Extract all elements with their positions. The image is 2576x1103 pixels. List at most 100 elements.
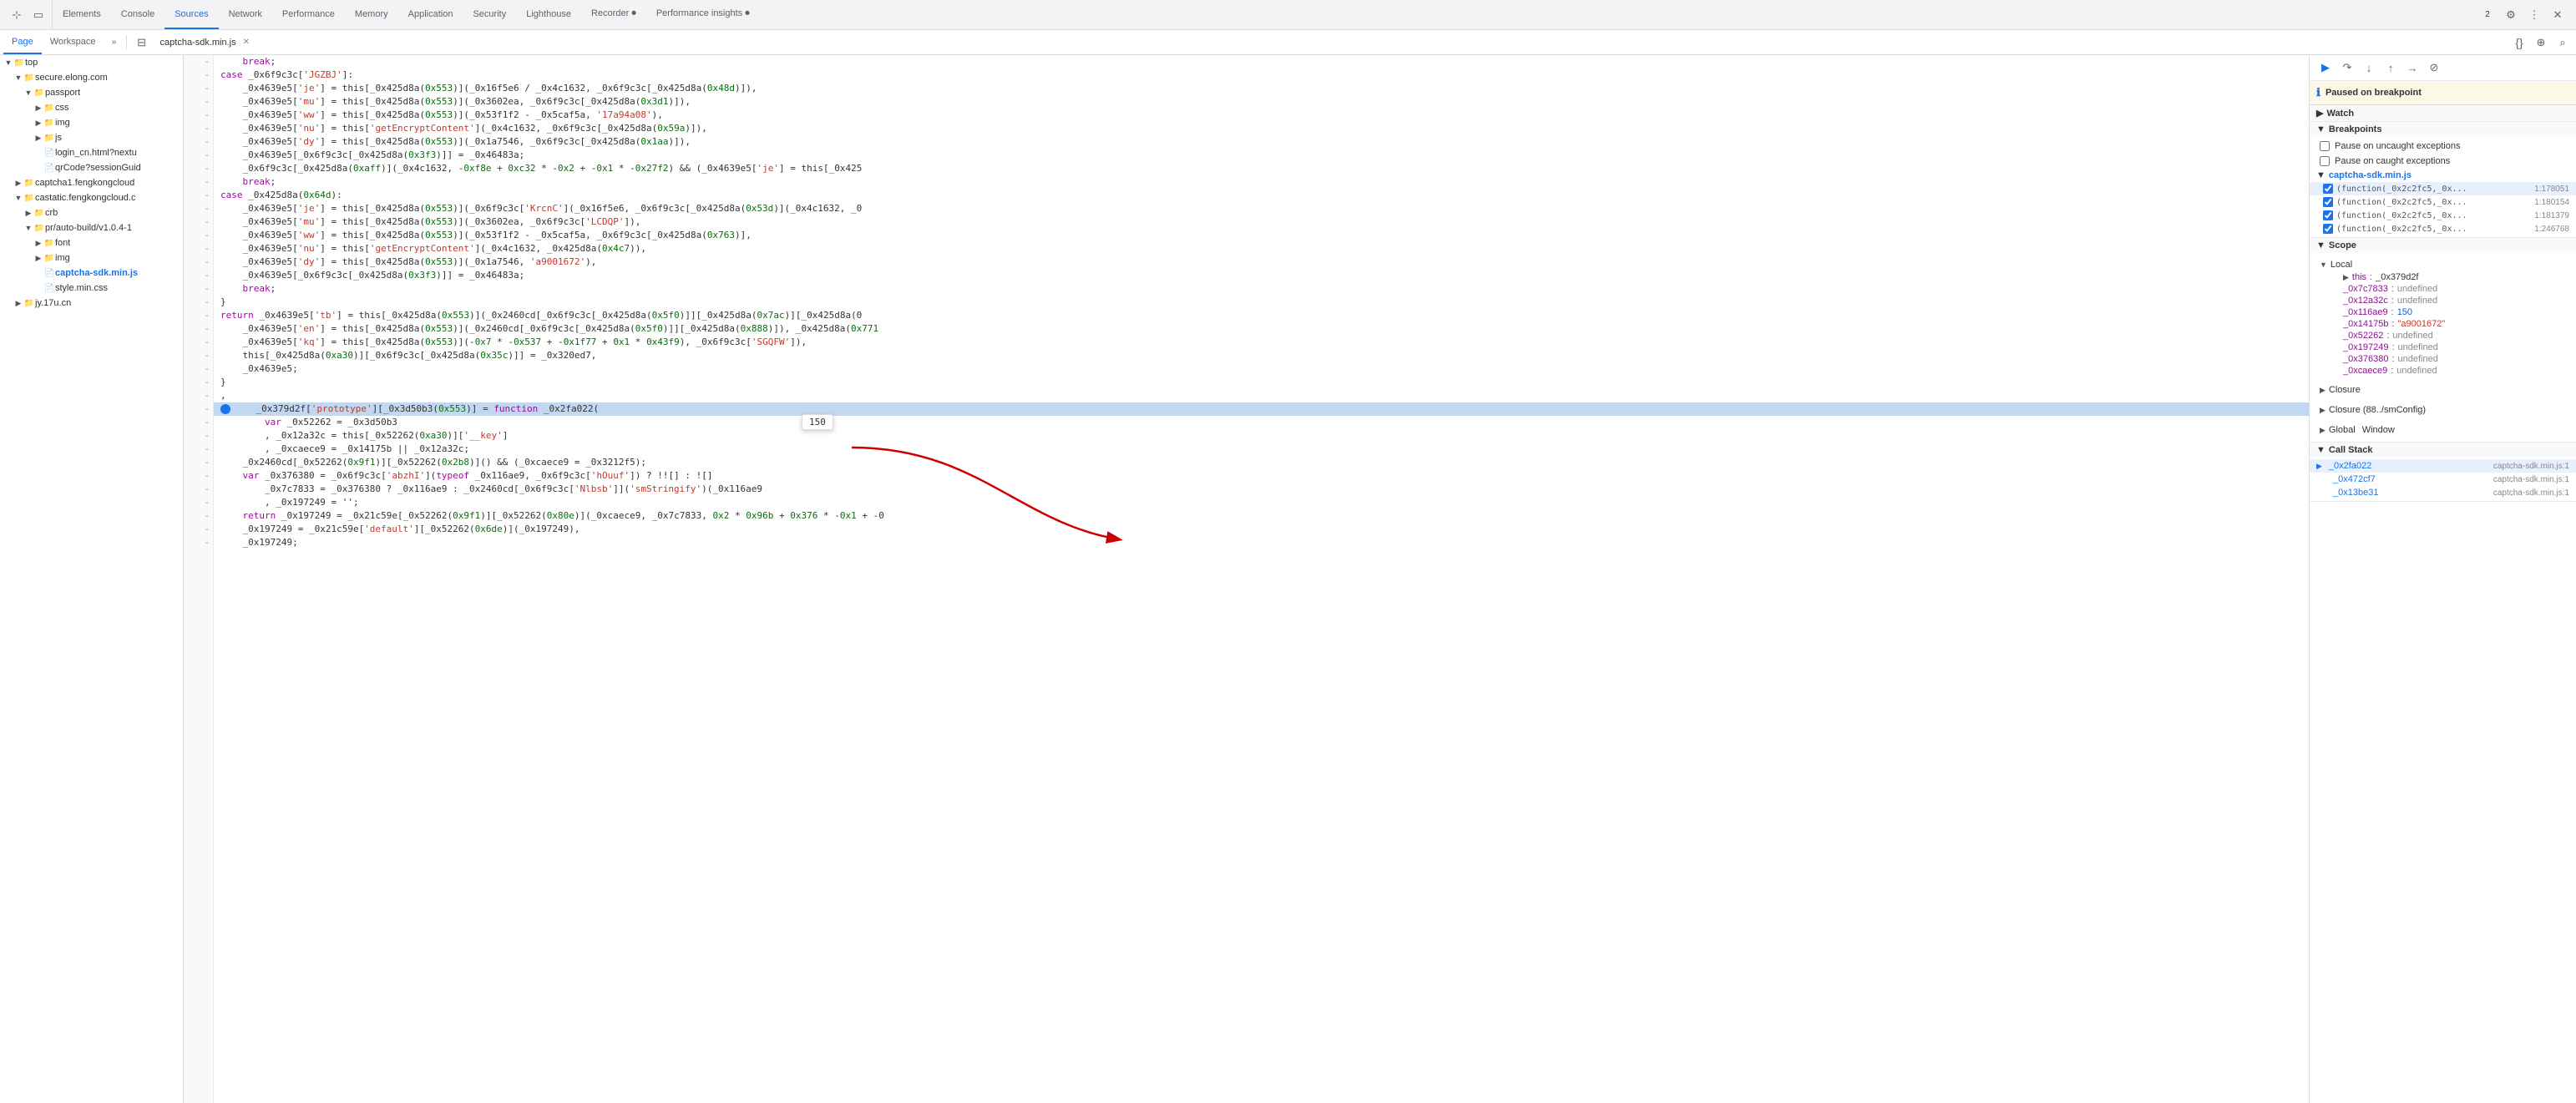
tree-item-css[interactable]: ▶📁css <box>0 100 183 115</box>
pause-uncaught-label: Pause on uncaught exceptions <box>2335 141 2460 151</box>
scope-header[interactable]: ▼ Scope <box>2310 238 2576 253</box>
closure2-header[interactable]: ▶ Closure (88../smConfig) <box>2310 403 2576 417</box>
resume-btn[interactable]: ▶ <box>2316 58 2335 77</box>
tab-performance[interactable]: Performance <box>272 0 345 29</box>
watch-header[interactable]: ▶ Watch <box>2310 105 2576 121</box>
tree-item-js[interactable]: ▶📁js <box>0 130 183 145</box>
tab-recorder[interactable]: Recorder ⏺ <box>581 0 646 29</box>
tab-network[interactable]: Network <box>219 0 272 29</box>
breakpoints-header[interactable]: ▼ Breakpoints <box>2310 122 2576 137</box>
tab-application[interactable]: Application <box>398 0 463 29</box>
tree-label: top <box>25 58 38 68</box>
split-view-icon[interactable]: ⊟ <box>132 33 152 53</box>
pretty-print-icon[interactable]: ⊕ <box>2531 33 2551 53</box>
tab-security[interactable]: Security <box>463 0 516 29</box>
closure-header[interactable]: ▶ Closure <box>2310 383 2576 397</box>
scope-label: Scope <box>2329 240 2356 250</box>
pause-uncaught[interactable]: Pause on uncaught exceptions <box>2310 139 2576 154</box>
more-tabs-icon[interactable]: » <box>104 33 124 53</box>
search-in-file-icon[interactable]: ⌕ <box>2553 33 2573 53</box>
main-tabs: ElementsConsoleSourcesNetworkPerformance… <box>53 0 2472 29</box>
var-name-4: _0x52262 <box>2343 331 2383 341</box>
scope-var-6: _0x376380: undefined <box>2330 353 2576 365</box>
pause-caught[interactable]: Pause on caught exceptions <box>2310 154 2576 169</box>
tree-item-icon: 📁 <box>43 119 55 128</box>
tree-item-img[interactable]: ▶📁img <box>0 250 183 266</box>
device-icon[interactable]: ▭ <box>28 5 48 25</box>
bp-checkbox-2[interactable] <box>2323 210 2333 220</box>
subtab-page[interactable]: Page <box>3 30 42 54</box>
line-num-30: - <box>187 456 210 469</box>
tree-item-font[interactable]: ▶📁font <box>0 235 183 250</box>
tree-item-jy17ucn[interactable]: ▶📁jy.17u.cn <box>0 296 183 311</box>
step-into-btn[interactable]: ↓ <box>2360 58 2378 77</box>
tab-performanceinsights[interactable]: Performance insights ⏺ <box>646 0 760 29</box>
global-label: Global <box>2329 425 2356 435</box>
debug-controls-bar: ▶ ↷ ↓ ↑ → ⊘ <box>2310 55 2576 81</box>
pause-uncaught-checkbox[interactable] <box>2320 141 2330 151</box>
tab-console[interactable]: Console <box>111 0 164 29</box>
subtab-workspace[interactable]: Workspace <box>42 30 104 54</box>
global-header[interactable]: ▶ Global Window <box>2310 423 2576 437</box>
bp-item-3[interactable]: (function(_0x2c2fc5,_0x...1:246768 <box>2310 222 2576 235</box>
step-btn[interactable]: → <box>2403 58 2422 77</box>
close-devtools-icon[interactable]: ✕ <box>2548 5 2568 25</box>
step-out-btn[interactable]: ↑ <box>2381 58 2400 77</box>
bp-checkbox-0[interactable] <box>2323 184 2333 194</box>
more-options-icon[interactable]: ⋮ <box>2524 5 2544 25</box>
local-header[interactable]: ▼ Local <box>2310 258 2576 271</box>
code-line-25: , <box>214 389 2309 402</box>
tree-item-secureelongcom[interactable]: ▼📁secure.elong.com <box>0 70 183 85</box>
line-num-7: - <box>187 149 210 162</box>
tree-item-captcha1fengkongcloud[interactable]: ▶📁captcha1.fengkongcloud <box>0 175 183 190</box>
this-expand-arrow[interactable]: ▶ <box>2343 273 2349 282</box>
pause-caught-label: Pause on caught exceptions <box>2335 156 2450 166</box>
code-line-11: _0x4639e5['je'] = this[_0x425d8a(0x553)]… <box>214 202 2309 215</box>
format-code-icon[interactable]: {} <box>2509 33 2529 53</box>
tree-item-logincnhtmlnextu[interactable]: 📄login_cn.html?nextu <box>0 145 183 160</box>
tree-label: login_cn.html?nextu <box>55 148 137 158</box>
watch-section: ▶ Watch <box>2310 105 2576 122</box>
bp-checkbox-3[interactable] <box>2323 224 2333 234</box>
callstack-item-0[interactable]: ▶_0x2fa022captcha-sdk.min.js:1 <box>2310 459 2576 473</box>
close-file-tab[interactable]: ✕ <box>243 38 250 47</box>
tree-item-passport[interactable]: ▼📁passport <box>0 85 183 100</box>
callstack-header[interactable]: ▼ Call Stack <box>2310 443 2576 458</box>
tab-elements[interactable]: Elements <box>53 0 111 29</box>
tree-item-top[interactable]: ▼📁top <box>0 55 183 70</box>
code-scroll[interactable]: ------------------------------------- br… <box>184 55 2309 1103</box>
tree-expand-arrow: ▼ <box>23 89 33 97</box>
tab-lighthouse[interactable]: Lighthouse <box>516 0 581 29</box>
callstack-item-2[interactable]: _0x13be31captcha-sdk.min.js:1 <box>2310 486 2576 499</box>
tab-sources[interactable]: Sources <box>164 0 218 29</box>
tree-expand-arrow: ▼ <box>3 58 13 67</box>
inspect-icon[interactable]: ⊹ <box>7 5 27 25</box>
tab-memory[interactable]: Memory <box>345 0 398 29</box>
bp-item-2[interactable]: (function(_0x2c2fc5,_0x...1:181379 <box>2310 209 2576 222</box>
tree-item-prautobuildv1041[interactable]: ▼📁pr/auto-build/v1.0.4-1 <box>0 220 183 235</box>
pause-caught-checkbox[interactable] <box>2320 156 2330 166</box>
code-line-27: var _0x52262 = _0x3d50b3 <box>214 416 2309 429</box>
code-line-1: case _0x6f9c3c['JGZBJ']: <box>214 68 2309 82</box>
tree-label: jy.17u.cn <box>35 298 71 308</box>
bp-item-1[interactable]: (function(_0x2c2fc5,_0x...1:180154 <box>2310 195 2576 209</box>
prop-this: ▶ this : _0x379d2f <box>2330 271 2576 283</box>
tree-item-stylemincss[interactable]: 📄style.min.css <box>0 281 183 296</box>
cs-name-0: _0x2fa022 <box>2329 461 2371 471</box>
deactivate-btn[interactable]: ⊘ <box>2425 58 2443 77</box>
active-file-tab[interactable]: captcha-sdk.min.js ✕ <box>152 30 258 54</box>
tree-item-qrcodesessionguid[interactable]: 📄qrCode?sessionGuid <box>0 160 183 175</box>
bp-item-0[interactable]: (function(_0x2c2fc5,_0x...1:178051 <box>2310 182 2576 195</box>
scope-var-5: _0x197249: undefined <box>2330 342 2576 353</box>
tree-item-icon: 📁 <box>43 134 55 143</box>
tree-item-crb[interactable]: ▶📁crb <box>0 205 183 220</box>
bp-checkbox-1[interactable] <box>2323 197 2333 207</box>
tree-item-castaticfengkongcloudc[interactable]: ▼📁castatic.fengkongcloud.c <box>0 190 183 205</box>
callstack-item-1[interactable]: _0x472cf7captcha-sdk.min.js:1 <box>2310 473 2576 486</box>
devtools-toolbar: ⊹ ▭ ElementsConsoleSourcesNetworkPerform… <box>0 0 2576 30</box>
tree-item-img[interactable]: ▶📁img <box>0 115 183 130</box>
step-over-btn[interactable]: ↷ <box>2338 58 2356 77</box>
settings-icon[interactable]: ⚙ <box>2501 5 2521 25</box>
callstack-label: Call Stack <box>2329 445 2373 455</box>
tree-item-captchasdkminjs[interactable]: 📄captcha-sdk.min.js <box>0 266 183 281</box>
